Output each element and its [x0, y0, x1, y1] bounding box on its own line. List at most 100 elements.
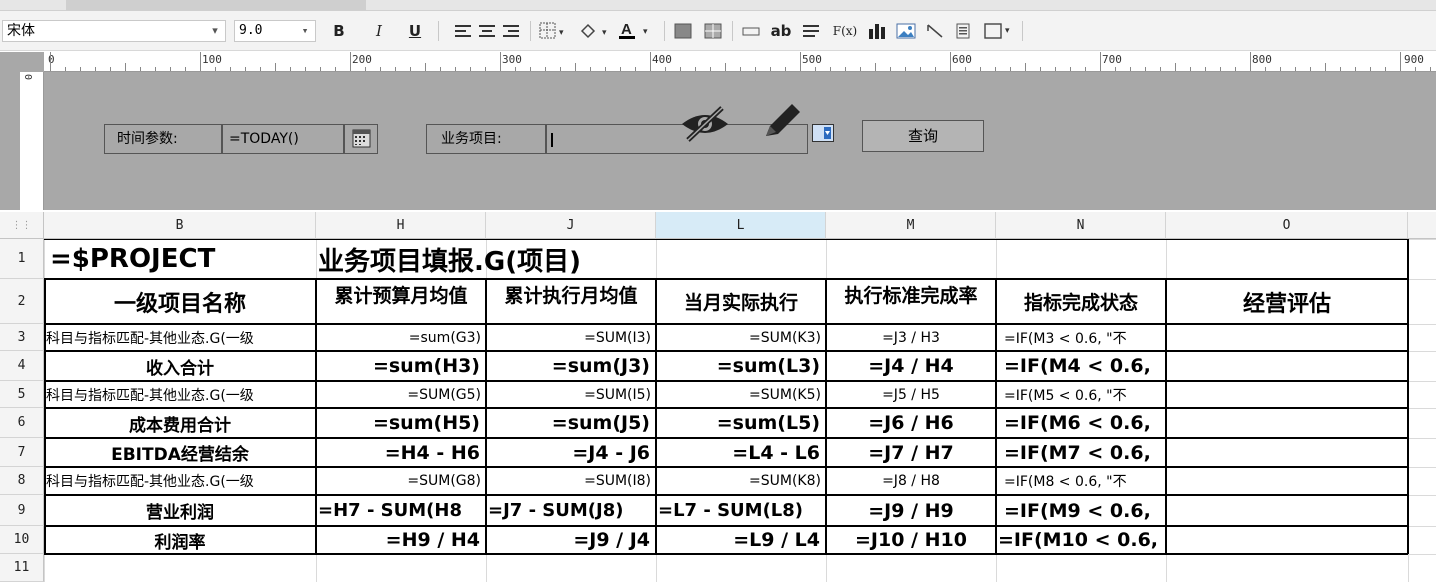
edit-pencil-icon[interactable] [760, 98, 804, 142]
cell-b5[interactable]: 科目与指标匹配-其他业态.G(一级 [44, 381, 316, 408]
cell-n10[interactable]: =IF(M10 < 0.6, [996, 526, 1166, 554]
cell-l4[interactable]: =sum(L3) [656, 351, 824, 381]
cell-l6[interactable]: =sum(L5) [656, 408, 824, 438]
cell-b3[interactable]: 科目与指标匹配-其他业态.G(一级 [44, 324, 316, 351]
column-header-l[interactable]: L [656, 212, 826, 239]
chevron-down-icon[interactable]: ▾ [207, 21, 223, 41]
row-header[interactable]: 11 [0, 554, 44, 582]
cell-n9[interactable]: =IF(M9 < 0.6, [996, 495, 1166, 526]
cell-m5[interactable]: =J5 / H5 [826, 381, 996, 408]
cell-b8[interactable]: 科目与指标匹配-其他业态.G(一级 [44, 467, 316, 495]
cell-j5[interactable]: =SUM(I5) [486, 381, 654, 408]
time-param-input[interactable]: =TODAY() [222, 124, 344, 154]
cell-n3[interactable]: =IF(M3 < 0.6, "不 [996, 324, 1166, 351]
cell-l8[interactable]: =SUM(K8) [656, 467, 824, 495]
column-header-j[interactable]: J [486, 212, 656, 239]
cell-n6[interactable]: =IF(M6 < 0.6, [996, 408, 1166, 438]
cell-h7[interactable]: =H4 - H6 [316, 438, 484, 467]
header-budget-avg[interactable]: 累计预算月均值 [316, 279, 486, 324]
frame-icon[interactable]: ▾ [980, 18, 1018, 44]
column-header-n[interactable]: N [996, 212, 1166, 239]
query-button[interactable]: 查询 [862, 120, 984, 152]
cell-j8[interactable]: =SUM(I8) [486, 467, 654, 495]
image-icon[interactable] [894, 18, 918, 44]
cell-m4[interactable]: =J4 / H4 [826, 351, 996, 381]
cell-j6[interactable]: =sum(J5) [486, 408, 654, 438]
align-left-icon[interactable] [452, 18, 474, 44]
chevron-down-icon[interactable]: ▾ [297, 21, 313, 41]
header-first-level-project[interactable]: 一级项目名称 [44, 279, 316, 324]
cell-b9[interactable]: 营业利润 [44, 495, 316, 526]
cell-m9[interactable]: =J9 / H9 [826, 495, 996, 526]
cell-l10[interactable]: =L9 / L4 [656, 526, 824, 554]
cell-m3[interactable]: =J3 / H3 [826, 324, 996, 351]
bold-button[interactable]: B [328, 18, 350, 44]
column-header-b[interactable]: B [44, 212, 316, 239]
cell-j9[interactable]: =J7 - SUM(J8) [488, 495, 656, 526]
row-header[interactable]: 3 [0, 324, 44, 351]
textbox-icon[interactable] [740, 18, 762, 44]
cell-m10[interactable]: =J10 / H10 [826, 526, 996, 554]
merge-cells-icon[interactable] [672, 18, 694, 44]
font-color-icon[interactable]: A ▾ [616, 18, 658, 44]
split-cells-icon[interactable] [702, 18, 724, 44]
column-header-m[interactable]: M [826, 212, 996, 239]
cell-b6[interactable]: 成本费用合计 [44, 408, 316, 438]
row-header[interactable]: 6 [0, 408, 44, 438]
cell-j10[interactable]: =J9 / J4 [486, 526, 654, 554]
column-header-h[interactable]: H [316, 212, 486, 239]
calendar-icon[interactable] [344, 124, 378, 154]
dropdown-toggle-icon[interactable] [812, 124, 834, 142]
align-center-icon[interactable] [476, 18, 498, 44]
cell-l5[interactable]: =SUM(K5) [656, 381, 824, 408]
row-header[interactable]: 10 [0, 526, 44, 554]
cell-b10[interactable]: 利润率 [44, 526, 316, 554]
text-button[interactable]: ab [768, 18, 794, 44]
cell-h5[interactable]: =SUM(G5) [316, 381, 484, 408]
select-all-corner[interactable]: ⋮⋮ [0, 212, 44, 239]
cell-j7[interactable]: =J4 - J6 [486, 438, 654, 467]
cell-h6[interactable]: =sum(H5) [316, 408, 484, 438]
cell-m7[interactable]: =J7 / H7 [826, 438, 996, 467]
fill-color-icon[interactable]: ▾ [576, 18, 616, 44]
cell-h10[interactable]: =H9 / H4 [316, 526, 484, 554]
cell-n8[interactable]: =IF(M8 < 0.6, "不 [996, 467, 1166, 495]
cell-m8[interactable]: =J8 / H8 [826, 467, 996, 495]
formula-button[interactable]: F(x) [830, 18, 860, 44]
row-header[interactable]: 4 [0, 351, 44, 381]
document-tab[interactable] [66, 0, 366, 11]
slash-icon[interactable] [924, 18, 946, 44]
cell-n5[interactable]: =IF(M5 < 0.6, "不 [996, 381, 1166, 408]
cell-h3[interactable]: =sum(G3) [316, 324, 484, 351]
cell-b4[interactable]: 收入合计 [44, 351, 316, 381]
cell-l3[interactable]: =SUM(K3) [656, 324, 824, 351]
cell-h1[interactable]: 业务项目填报.G(项目) [318, 239, 994, 279]
paragraph-icon[interactable] [800, 18, 822, 44]
column-header-o[interactable]: O [1166, 212, 1408, 239]
row-header[interactable]: 7 [0, 438, 44, 467]
header-actual-exec[interactable]: 当月实际执行 [656, 279, 826, 324]
header-completion-rate[interactable]: 执行标准完成率 [826, 279, 996, 324]
cell-n4[interactable]: =IF(M4 < 0.6, [996, 351, 1166, 381]
row-header[interactable]: 5 [0, 381, 44, 408]
row-header[interactable]: 9 [0, 495, 44, 526]
cell-h9[interactable]: =H7 - SUM(H8 [318, 495, 486, 526]
underline-button[interactable]: U [404, 18, 426, 44]
row-header[interactable]: 1 [0, 239, 44, 279]
cell-l9[interactable]: =L7 - SUM(L8) [658, 495, 826, 526]
header-evaluation[interactable]: 经营评估 [1166, 279, 1408, 324]
row-header[interactable]: 2 [0, 279, 44, 324]
header-exec-avg[interactable]: 累计执行月均值 [486, 279, 656, 324]
chart-icon[interactable] [866, 18, 888, 44]
cell-n7[interactable]: =IF(M7 < 0.6, [996, 438, 1166, 467]
sub-report-icon[interactable] [952, 18, 974, 44]
cell-m6[interactable]: =J6 / H6 [826, 408, 996, 438]
cell-j4[interactable]: =sum(J3) [486, 351, 654, 381]
header-status[interactable]: 指标完成状态 [996, 279, 1166, 324]
font-name-select[interactable]: 宋体 ▾ [2, 20, 226, 42]
align-right-icon[interactable] [500, 18, 522, 44]
cell-l7[interactable]: =L4 - L6 [656, 438, 824, 467]
cell-h4[interactable]: =sum(H3) [316, 351, 484, 381]
cell-b1[interactable]: =$PROJECT [48, 239, 314, 279]
font-size-select[interactable]: 9.0 ▾ [234, 20, 316, 42]
